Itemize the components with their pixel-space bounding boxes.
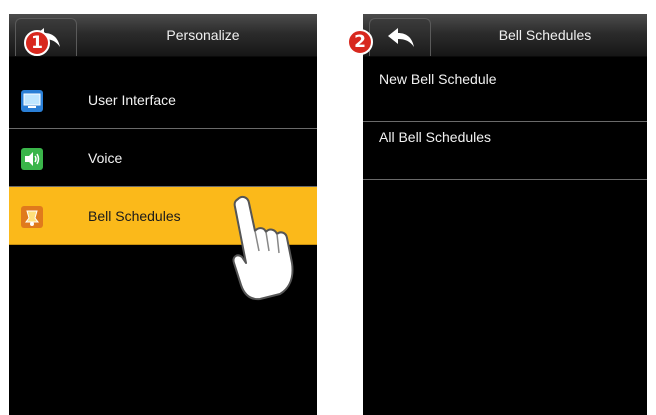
pointing-hand-icon	[232, 195, 294, 301]
menu-item-user-interface[interactable]: User Interface	[9, 71, 317, 129]
page-title: Bell Schedules	[498, 27, 592, 43]
menu-item-label: Voice	[88, 150, 123, 166]
bell-icon	[21, 206, 43, 228]
step-badge-2: 2	[347, 29, 373, 55]
speaker-icon	[21, 148, 43, 170]
step-badge-1: 1	[24, 30, 50, 56]
title-bar: Bell Schedules	[363, 14, 647, 57]
menu-item-voice[interactable]: Voice	[9, 129, 317, 187]
menu-item-new-bell-schedule[interactable]: New Bell Schedule	[363, 64, 647, 122]
page-title: Personalize	[166, 27, 240, 43]
menu-item-label: All Bell Schedules	[379, 129, 492, 145]
menu-item-all-bell-schedules[interactable]: All Bell Schedules	[363, 122, 647, 180]
title-bar: Personalize	[9, 14, 317, 57]
bell-schedules-screen: Bell Schedules New Bell Schedule All Bel…	[363, 14, 647, 415]
menu-item-label: User Interface	[88, 92, 176, 108]
back-button[interactable]	[369, 18, 431, 56]
menu-item-label: New Bell Schedule	[379, 71, 497, 87]
menu-item-label: Bell Schedules	[88, 208, 181, 224]
back-arrow-icon	[388, 28, 414, 47]
monitor-icon	[21, 90, 43, 112]
